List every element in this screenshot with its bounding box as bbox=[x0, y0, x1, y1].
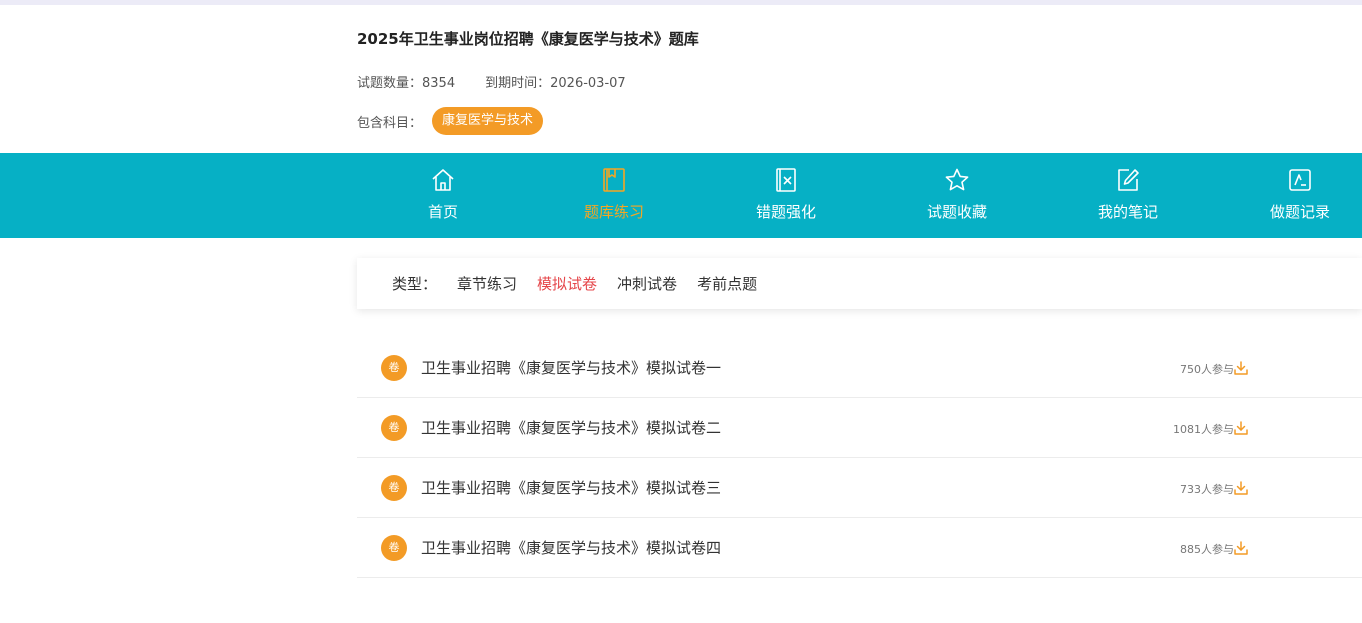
home-icon bbox=[432, 169, 454, 191]
participant-count: 750人参与 bbox=[1180, 363, 1234, 376]
nav-item-favorites[interactable]: 试题收藏 bbox=[907, 153, 1007, 238]
participant-count: 885人参与 bbox=[1180, 543, 1234, 556]
type-option-sprint-exam[interactable]: 冲刺试卷 bbox=[617, 273, 677, 294]
list-item[interactable]: 卷 卫生事业招聘《康复医学与技术》模拟试卷二 1081人参与 bbox=[357, 398, 1362, 458]
question-count-value: 8354 bbox=[422, 76, 456, 91]
paper-badge: 卷 bbox=[381, 535, 407, 561]
paper-badge: 卷 bbox=[381, 475, 407, 501]
record-icon bbox=[1289, 169, 1311, 191]
type-option-mock-exam[interactable]: 模拟试卷 bbox=[537, 273, 597, 294]
question-bank-info: 2025年卫生事业岗位招聘《康复医学与技术》题库 试题数量：8354 到期时间：2… bbox=[357, 0, 1362, 153]
nav-item-label: 试题收藏 bbox=[926, 203, 987, 221]
expiry-date-value: 2026-03-07 bbox=[550, 76, 626, 91]
list-item[interactable]: 卷 卫生事业招聘《康复医学与技术》模拟试卷一 750人参与 bbox=[357, 338, 1362, 398]
wrong-question-icon bbox=[776, 168, 796, 192]
type-filter-label: 类型： bbox=[392, 275, 438, 293]
subjects-label: 包含科目： bbox=[357, 115, 423, 131]
participant-count: 733人参与 bbox=[1180, 483, 1234, 496]
mock-exam-list: 卷 卫生事业招聘《康复医学与技术》模拟试卷一 750人参与 卷 卫生事业招聘《康… bbox=[357, 338, 1362, 578]
book-icon bbox=[603, 168, 625, 192]
main-navigation: 首页 题库练习 错题强化 试题收藏 我的笔记 做题记录 bbox=[0, 153, 1362, 238]
list-item[interactable]: 卷 卫生事业招聘《康复医学与技术》模拟试卷三 733人参与 bbox=[357, 458, 1362, 518]
note-edit-icon bbox=[1118, 169, 1139, 191]
nav-item-home[interactable]: 首页 bbox=[393, 153, 493, 238]
question-bank-meta: 试题数量：8354 到期时间：2026-03-07 bbox=[357, 72, 626, 91]
download-icon[interactable] bbox=[1232, 539, 1250, 557]
nav-item-label: 错题强化 bbox=[755, 203, 816, 221]
subject-chip[interactable]: 康复医学与技术 bbox=[432, 107, 544, 135]
paper-type-filter: 类型： 章节练习 模拟试卷 冲刺试卷 考前点题 bbox=[357, 258, 1362, 309]
paper-title[interactable]: 卫生事业招聘《康复医学与技术》模拟试卷二 bbox=[421, 417, 721, 438]
list-item[interactable]: 卷 卫生事业招聘《康复医学与技术》模拟试卷四 885人参与 bbox=[357, 518, 1362, 578]
nav-item-records[interactable]: 做题记录 bbox=[1250, 153, 1350, 238]
nav-item-question-practice[interactable]: 题库练习 bbox=[564, 153, 664, 238]
type-option-chapter-practice[interactable]: 章节练习 bbox=[457, 273, 517, 294]
expiry-label: 到期时间： bbox=[485, 76, 551, 91]
paper-title[interactable]: 卫生事业招聘《康复医学与技术》模拟试卷四 bbox=[421, 537, 721, 558]
nav-item-label: 题库练习 bbox=[583, 203, 644, 221]
nav-item-notes[interactable]: 我的笔记 bbox=[1078, 153, 1178, 238]
nav-item-label: 做题记录 bbox=[1269, 203, 1330, 221]
type-option-pre-exam-tips[interactable]: 考前点题 bbox=[697, 273, 757, 294]
paper-title[interactable]: 卫生事业招聘《康复医学与技术》模拟试卷一 bbox=[421, 357, 721, 378]
paper-title[interactable]: 卫生事业招聘《康复医学与技术》模拟试卷三 bbox=[421, 477, 721, 498]
star-icon bbox=[945, 168, 969, 191]
nav-item-label: 首页 bbox=[427, 203, 458, 221]
download-icon[interactable] bbox=[1232, 359, 1250, 377]
included-subjects: 包含科目： 康复医学与技术 bbox=[357, 107, 544, 135]
nav-item-label: 我的笔记 bbox=[1097, 203, 1158, 221]
paper-badge: 卷 bbox=[381, 415, 407, 441]
download-icon[interactable] bbox=[1232, 419, 1250, 437]
question-count-label: 试题数量： bbox=[357, 76, 423, 91]
nav-item-wrong-questions[interactable]: 错题强化 bbox=[736, 153, 836, 238]
question-bank-title: 2025年卫生事业岗位招聘《康复医学与技术》题库 bbox=[357, 30, 699, 48]
paper-badge: 卷 bbox=[381, 355, 407, 381]
download-icon[interactable] bbox=[1232, 479, 1250, 497]
participant-count: 1081人参与 bbox=[1173, 423, 1234, 436]
